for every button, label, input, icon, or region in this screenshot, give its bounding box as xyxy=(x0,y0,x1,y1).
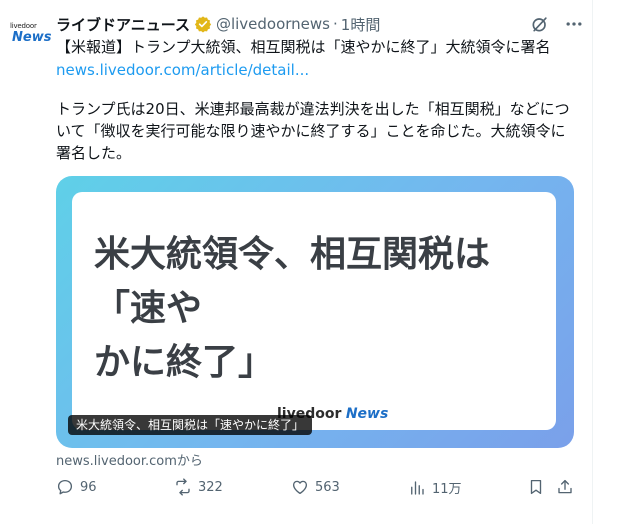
card-headline-line: 米大統領令、相互関税は「速や xyxy=(94,234,491,329)
repost-icon xyxy=(176,478,190,496)
share-icon xyxy=(558,479,572,494)
card-source-domain[interactable]: news.livedoor.comから xyxy=(56,450,203,469)
header-controls xyxy=(528,12,586,36)
repost-button[interactable]: 322 xyxy=(174,478,223,496)
verified-badge-icon xyxy=(194,16,212,33)
reply-icon xyxy=(57,479,73,495)
more-options-icon[interactable] xyxy=(562,12,586,36)
bookmark-button[interactable] xyxy=(527,478,545,496)
reply-count: 96 xyxy=(80,479,97,495)
tweet-body-line: 署名した。 xyxy=(56,144,132,162)
header-separator: · xyxy=(333,15,338,33)
card-caption: 米大統領令、相互関税は「速やかに終了」 xyxy=(68,415,313,435)
account-name[interactable]: ライブドアニュース xyxy=(56,14,190,35)
timestamp[interactable]: 1時間 xyxy=(341,14,381,35)
grok-icon[interactable] xyxy=(528,12,552,36)
repost-count: 322 xyxy=(198,479,223,495)
views-button[interactable]: 11万 xyxy=(408,478,462,497)
share-button[interactable] xyxy=(556,478,574,496)
card-headline: 米大統領令、相互関税は「速や かに終了」 xyxy=(94,228,556,390)
like-button[interactable]: 563 xyxy=(291,478,340,496)
avatar-wordmark-top: livedoor xyxy=(10,22,37,30)
account-handle[interactable]: @livedoornews xyxy=(216,15,330,33)
reply-button[interactable]: 96 xyxy=(56,478,97,496)
card-headline-line: かに終了」 xyxy=(94,342,275,383)
card-image: 米大統領令、相互関税は「速や かに終了」 livedoor News xyxy=(72,192,556,430)
tweet-actions: 96 322 563 11万 xyxy=(56,478,582,502)
heart-icon xyxy=(292,480,308,495)
article-link[interactable]: news.livedoor.com/article/detail... xyxy=(56,60,309,81)
tweet-headline: 【米報道】トランプ大統領、相互関税は「速やかに終了」大統領令に署名 xyxy=(56,38,551,56)
view-count: 11万 xyxy=(432,482,462,497)
link-preview-card[interactable]: 米大統領令、相互関税は「速や かに終了」 livedoor News 米大統領令… xyxy=(56,176,574,448)
tweet-header: ライブドアニュース @livedoornews · 1時間 xyxy=(56,12,586,36)
bookmark-icon xyxy=(530,479,542,495)
brand-wordmark-news: News xyxy=(345,406,389,422)
tweet-body-line: いて「徴収を実行可能な限り速やかに終了する」ことを命じた。大統領令に xyxy=(56,122,566,140)
views-icon xyxy=(411,480,424,495)
like-count: 563 xyxy=(315,479,340,495)
avatar-wordmark-bottom: News xyxy=(12,30,52,45)
column-divider xyxy=(592,0,593,524)
avatar[interactable]: livedoor News xyxy=(8,14,52,54)
tweet-body-line: トランプ氏は20日、米連邦最高裁が違法判決を出した「相互関税」などにつ xyxy=(56,100,570,118)
